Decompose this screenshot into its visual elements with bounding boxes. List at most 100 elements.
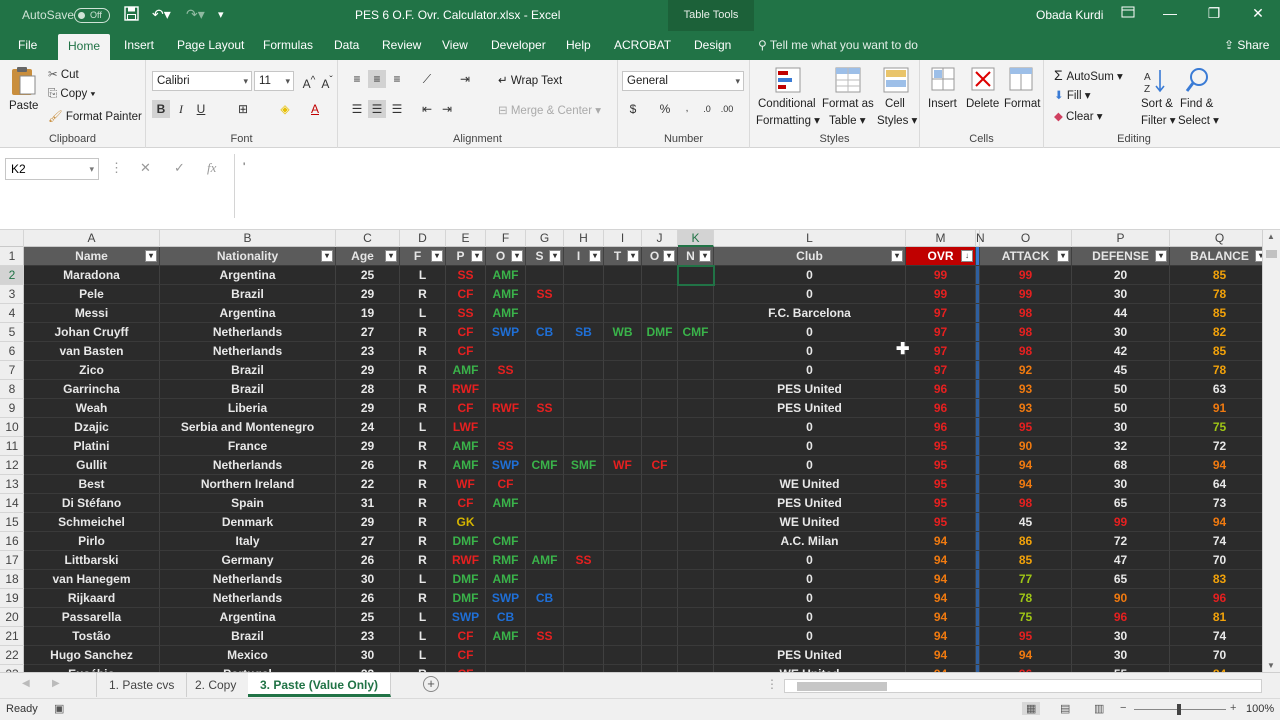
column-header-p[interactable]: P — [1072, 230, 1170, 247]
redo-icon[interactable]: ↷▾ — [186, 6, 205, 23]
table-cell[interactable] — [678, 361, 714, 380]
select-all-corner[interactable] — [0, 230, 24, 247]
table-cell[interactable]: 0 — [714, 437, 906, 456]
column-header-j[interactable]: J — [642, 230, 678, 247]
align-center-icon[interactable]: ☰ — [368, 100, 386, 118]
table-cell[interactable] — [526, 570, 564, 589]
cancel-icon[interactable]: ✕ — [140, 160, 151, 176]
table-cell[interactable] — [604, 437, 642, 456]
table-cell[interactable]: 97 — [906, 323, 976, 342]
tab-formulas[interactable]: Formulas — [263, 38, 313, 52]
table-cell[interactable]: 26 — [336, 551, 400, 570]
table-cell[interactable]: 68 — [1072, 456, 1170, 475]
table-cell[interactable]: 42 — [1072, 342, 1170, 361]
table-cell[interactable]: 93 — [980, 399, 1072, 418]
cell-styles-icon[interactable] — [882, 66, 912, 96]
table-cell[interactable] — [564, 399, 604, 418]
table-cell[interactable]: 0 — [714, 551, 906, 570]
table-cell[interactable]: 23 — [336, 627, 400, 646]
table-cell[interactable]: 0 — [714, 570, 906, 589]
find-select-icon[interactable] — [1184, 66, 1214, 96]
table-cell[interactable]: 97 — [906, 361, 976, 380]
table-cell[interactable] — [678, 513, 714, 532]
table-cell[interactable] — [642, 570, 678, 589]
bold-icon[interactable]: B — [152, 100, 170, 118]
table-cell[interactable]: AMF — [486, 304, 526, 323]
table-cell[interactable]: Mexico — [160, 646, 336, 665]
table-cell[interactable]: SWP — [446, 608, 486, 627]
table-cell[interactable] — [604, 380, 642, 399]
table-cell[interactable] — [678, 551, 714, 570]
table-cell[interactable]: 0 — [714, 456, 906, 475]
table-cell[interactable]: 50 — [1072, 399, 1170, 418]
table-cell[interactable]: 26 — [336, 589, 400, 608]
table-cell[interactable] — [564, 589, 604, 608]
table-cell[interactable]: Liberia — [160, 399, 336, 418]
table-cell[interactable] — [678, 475, 714, 494]
table-cell[interactable]: WB — [604, 323, 642, 342]
table-cell[interactable] — [604, 475, 642, 494]
table-cell[interactable]: CF — [446, 665, 486, 672]
row-header-9[interactable]: 9 — [0, 399, 24, 418]
table-cell[interactable]: Maradona — [24, 266, 160, 285]
row-header-4[interactable]: 4 — [0, 304, 24, 323]
table-header-cell[interactable]: Club ▾ — [714, 247, 906, 266]
table-cell[interactable]: L — [400, 627, 446, 646]
table-header-cell[interactable]: O ▾ — [642, 247, 678, 266]
table-cell[interactable] — [678, 589, 714, 608]
table-cell[interactable]: 96 — [906, 380, 976, 399]
table-cell[interactable]: PES United — [714, 399, 906, 418]
table-cell[interactable]: 25 — [336, 266, 400, 285]
table-cell[interactable]: 75 — [1170, 418, 1262, 437]
table-cell[interactable]: SS — [526, 627, 564, 646]
table-cell[interactable] — [564, 646, 604, 665]
row-header-22[interactable]: 22 — [0, 646, 24, 665]
table-header-cell[interactable]: I ▾ — [564, 247, 604, 266]
row-header-6[interactable]: 6 — [0, 342, 24, 361]
table-cell[interactable]: Argentina — [160, 266, 336, 285]
table-cell[interactable] — [526, 608, 564, 627]
horizontal-scroll-thumb[interactable] — [797, 682, 887, 691]
borders-icon[interactable]: ⊞ — [234, 100, 252, 118]
table-cell[interactable] — [526, 342, 564, 361]
column-header-o[interactable]: O — [980, 230, 1072, 247]
table-cell[interactable]: A.C. Milan — [714, 532, 906, 551]
cut-button[interactable]: ✂ Cut — [48, 67, 79, 81]
column-header-i[interactable]: I — [604, 230, 642, 247]
table-cell[interactable]: Di Stéfano — [24, 494, 160, 513]
merge-center-button[interactable]: ⊟ Merge & Center ▾ — [498, 103, 601, 117]
table-cell[interactable]: 94 — [980, 646, 1072, 665]
table-cell[interactable]: van Basten — [24, 342, 160, 361]
paste-icon[interactable] — [9, 66, 39, 96]
table-cell[interactable]: 94 — [906, 570, 976, 589]
table-cell[interactable]: SS — [446, 304, 486, 323]
filter-dropdown-icon[interactable]: ▾ — [891, 250, 903, 262]
table-cell[interactable]: RMF — [486, 551, 526, 570]
table-cell[interactable]: 29 — [336, 513, 400, 532]
filter-dropdown-icon[interactable]: ▾ — [663, 250, 675, 262]
table-cell[interactable]: SWP — [486, 323, 526, 342]
table-cell[interactable]: Passarella — [24, 608, 160, 627]
table-cell[interactable] — [526, 494, 564, 513]
table-cell[interactable]: CMF — [526, 456, 564, 475]
table-cell[interactable]: 84 — [1170, 665, 1262, 672]
table-cell[interactable]: R — [400, 437, 446, 456]
table-cell[interactable] — [604, 513, 642, 532]
font-size-select[interactable]: 11 — [254, 71, 294, 91]
table-cell[interactable]: R — [400, 513, 446, 532]
row-header-10[interactable]: 10 — [0, 418, 24, 437]
restore-icon[interactable]: ❐ — [1204, 5, 1224, 22]
table-cell[interactable]: L — [400, 608, 446, 627]
table-cell[interactable]: 26 — [336, 456, 400, 475]
paste-button[interactable]: Paste — [9, 100, 38, 112]
find-select-label-2[interactable]: Select ▾ — [1178, 113, 1219, 127]
table-cell[interactable] — [486, 380, 526, 399]
customize-qat-icon[interactable]: ▾ — [218, 8, 224, 21]
tab-help[interactable]: Help — [566, 38, 591, 52]
horizontal-scrollbar[interactable] — [784, 679, 1262, 693]
table-header-cell[interactable]: S ▾ — [526, 247, 564, 266]
currency-icon[interactable]: $ — [624, 100, 642, 118]
clear-button[interactable]: ◆ Clear ▾ — [1054, 109, 1103, 123]
row-header-18[interactable]: 18 — [0, 570, 24, 589]
table-cell[interactable]: Garrincha — [24, 380, 160, 399]
